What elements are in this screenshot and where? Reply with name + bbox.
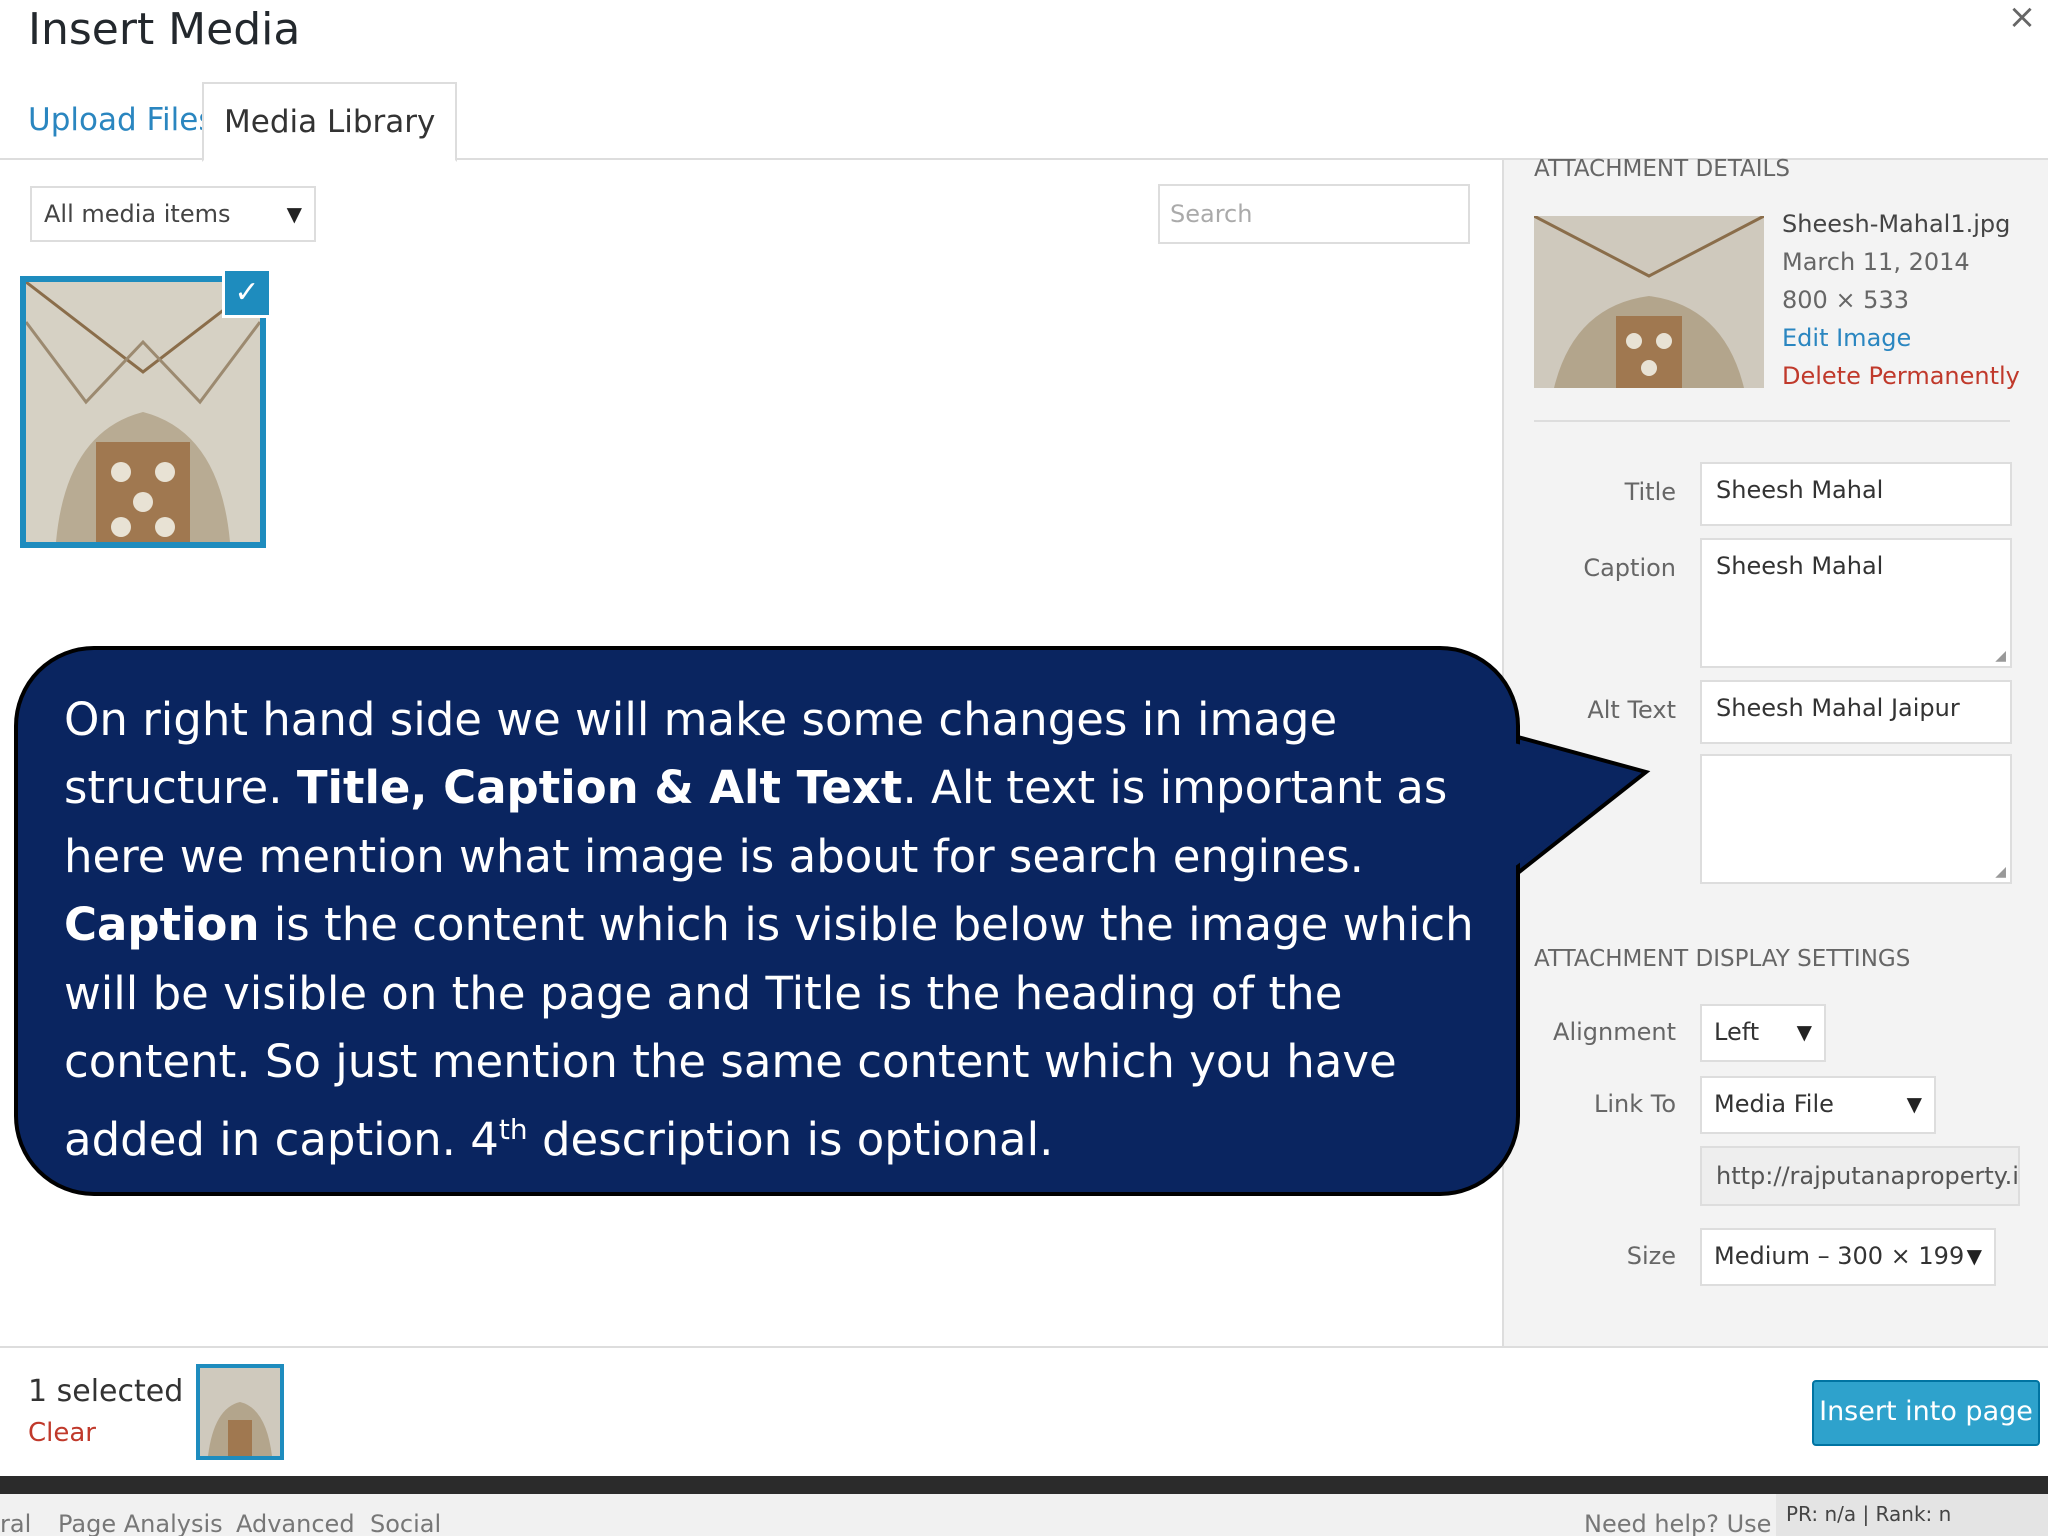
size-label: Size: [1626, 1242, 1676, 1270]
chevron-down-icon: ▼: [1796, 1020, 1812, 1044]
caption-field[interactable]: Sheesh Mahal ◢: [1700, 538, 2012, 668]
alignment-label: Alignment: [1553, 1018, 1676, 1046]
resize-grip-icon[interactable]: ◢: [1995, 648, 2006, 664]
alignment-value: Left: [1714, 1018, 1760, 1046]
insert-into-page-button[interactable]: Insert into page: [1812, 1380, 2040, 1446]
callout-segment: description is optional.: [527, 1113, 1054, 1167]
edit-image-link[interactable]: Edit Image: [1782, 324, 1911, 352]
search-input[interactable]: Search: [1158, 184, 1470, 244]
display-settings-heading: ATTACHMENT DISPLAY SETTINGS: [1534, 946, 1911, 972]
attachment-preview-image: [1533, 214, 1765, 388]
attachment-preview: [1533, 214, 1765, 388]
tab-upload-files[interactable]: Upload Files: [8, 82, 235, 160]
tab-media-library[interactable]: Media Library: [202, 82, 458, 162]
link-to-value: Media File: [1714, 1090, 1834, 1118]
resize-grip-icon[interactable]: ◢: [1995, 864, 2006, 880]
selection-count: 1 selected: [28, 1374, 184, 1409]
title-field[interactable]: Sheesh Mahal: [1700, 462, 2012, 526]
callout-bold-caption: Caption: [64, 898, 260, 952]
attachment-details-heading: ATTACHMENT DETAILS: [1534, 156, 1790, 182]
title-label: Title: [1624, 478, 1676, 506]
checkmark-icon[interactable]: ✓: [222, 268, 272, 318]
chevron-down-icon: ▼: [286, 202, 302, 226]
selected-thumbnail[interactable]: [196, 1364, 284, 1460]
page-rank-toolbar: PR: n/a | Rank: n: [1776, 1494, 2048, 1536]
alt-text-label: Alt Text: [1587, 696, 1676, 724]
media-filter-select[interactable]: All media items ▼: [30, 186, 316, 242]
media-thumbnail-image: [24, 280, 262, 542]
seo-tab-page-analysis[interactable]: Page Analysis: [58, 1510, 223, 1536]
tab-bar: Upload Files Media Library: [0, 82, 2048, 162]
link-url-field[interactable]: http://rajputanaproperty.in: [1700, 1146, 2020, 1206]
close-icon[interactable]: ×: [2002, 0, 2042, 40]
callout-superscript: th: [498, 1113, 528, 1147]
link-to-select[interactable]: Media File ▼: [1700, 1076, 1936, 1134]
callout-text: On right hand side we will make some cha…: [64, 686, 1494, 1175]
attachment-filename: Sheesh-Mahal1.jpg: [1782, 210, 2011, 238]
media-toolbar: [0, 1346, 2048, 1476]
selected-thumbnail-image: [200, 1368, 280, 1456]
seo-tab-social[interactable]: Social: [370, 1510, 441, 1536]
sidebar-divider: [1534, 420, 2010, 422]
attachment-dimensions: 800 × 533: [1782, 286, 1909, 314]
link-to-label: Link To: [1593, 1090, 1676, 1118]
caption-label: Caption: [1583, 554, 1676, 582]
clear-selection-link[interactable]: Clear: [28, 1418, 96, 1448]
seo-tab-general[interactable]: ral: [0, 1510, 31, 1536]
caption-value: Sheesh Mahal: [1716, 552, 1884, 580]
attachment-date: March 11, 2014: [1782, 248, 1970, 276]
description-field[interactable]: ◢: [1700, 754, 2012, 884]
delete-permanently-link[interactable]: Delete Permanently: [1782, 362, 2020, 390]
size-select[interactable]: Medium – 300 × 199 ▼: [1700, 1228, 1996, 1286]
alignment-select[interactable]: Left ▼: [1700, 1004, 1826, 1062]
dialog-title: Insert Media: [28, 4, 301, 55]
media-filter-value: All media items: [44, 200, 231, 228]
callout-bold-fields: Title, Caption & Alt Text: [296, 761, 903, 815]
seo-tab-advanced[interactable]: Advanced: [236, 1510, 355, 1536]
chevron-down-icon: ▼: [1906, 1092, 1922, 1116]
help-text: Need help? Use t: [1584, 1510, 1789, 1536]
alt-text-field[interactable]: Sheesh Mahal Jaipur: [1700, 680, 2012, 744]
chevron-down-icon: ▼: [1966, 1244, 1982, 1268]
size-value: Medium – 300 × 199: [1714, 1242, 1965, 1270]
